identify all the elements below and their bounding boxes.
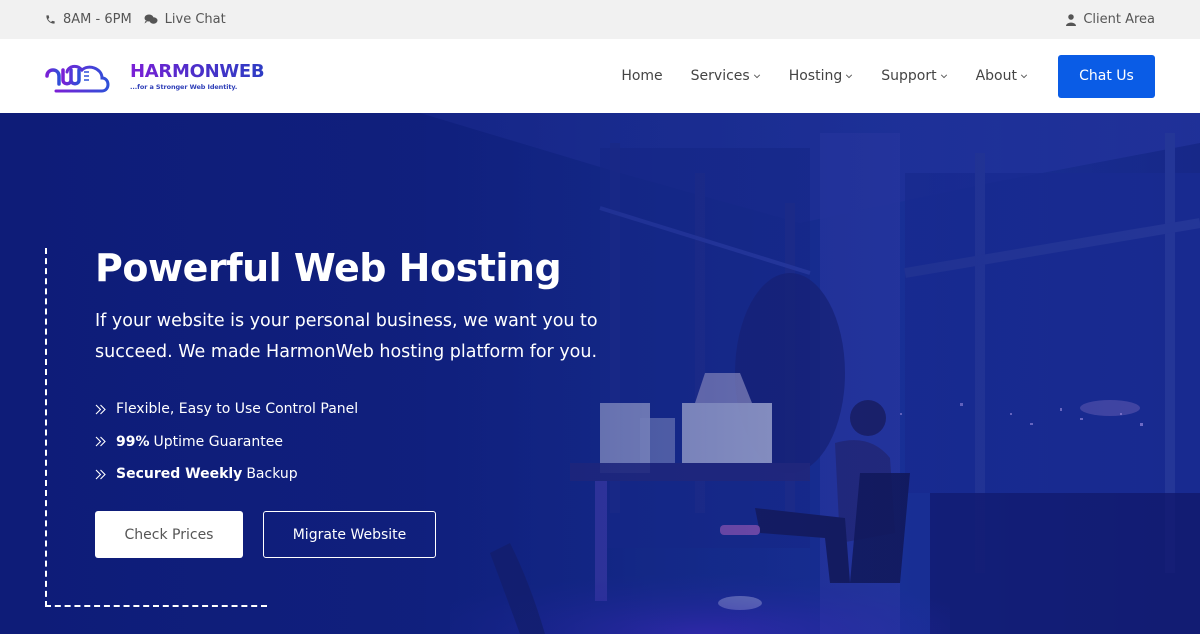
client-area-link[interactable]: Client Area [1066,12,1155,27]
double-chevron-right-icon [95,404,106,415]
feature-text: Uptime Guarantee [153,433,283,450]
hero-content: Powerful Web Hosting If your website is … [0,113,1200,634]
nav-label: Services [690,68,750,84]
feature-text: Flexible, Easy to Use Control Panel [116,401,359,418]
double-chevron-right-icon [95,469,106,480]
logo-name: HARMONWEB [130,60,265,82]
nav-label: Support [881,68,937,84]
hero-title: Powerful Web Hosting [95,246,562,290]
feature-list: Flexible, Easy to Use Control Panel 99% … [95,393,358,491]
double-chevron-right-icon [95,436,106,447]
feature-bold: Secured Weekly [116,466,243,483]
check-prices-button[interactable]: Check Prices [95,511,243,558]
feature-bold: 99% [116,433,150,450]
nav-support[interactable]: Support [881,68,947,84]
top-bar: 8AM - 6PM Live Chat Client Area [0,0,1200,39]
live-chat-text: Live Chat [164,12,226,27]
feature-item: Secured Weekly Backup [95,458,358,491]
live-chat-link[interactable]: Live Chat [144,12,226,27]
main-header: HARMONWEB ...for a Stronger Web Identity… [0,39,1200,113]
phone-icon [46,15,55,24]
main-nav: Home Services Hosting Support About Chat… [621,54,1155,98]
nav-services[interactable]: Services [691,68,761,84]
feature-item: Flexible, Easy to Use Control Panel [95,393,358,426]
nav-label: Hosting [788,68,843,84]
nav-hosting[interactable]: Hosting [789,68,854,84]
nav-label: Home [621,68,663,84]
hours-info: 8AM - 6PM [45,12,132,27]
chat-us-button[interactable]: Chat Us [1058,54,1155,98]
nav-home[interactable]: Home [621,68,662,84]
hours-text: 8AM - 6PM [63,12,132,27]
feature-item: 99% Uptime Guarantee [95,426,358,459]
migrate-website-button[interactable]: Migrate Website [263,511,436,558]
chevron-down-icon [1020,74,1028,79]
chevron-down-icon [753,74,760,79]
client-area-text: Client Area [1083,12,1155,27]
hero-section: Powerful Web Hosting If your website is … [0,113,1200,634]
chevron-down-icon [846,74,853,79]
logo-tagline: ...for a Stronger Web Identity. [130,82,238,91]
nav-label: About [975,68,1017,84]
user-icon [1066,13,1077,26]
nav-about[interactable]: About [976,68,1028,84]
hero-subtitle: If your website is your personal busines… [95,311,598,362]
logo-mark-icon [45,60,110,93]
chat-bubbles-icon [144,14,158,24]
chevron-down-icon [940,74,947,79]
logo[interactable]: HARMONWEB ...for a Stronger Web Identity… [44,56,265,96]
feature-text: Backup [246,466,298,483]
